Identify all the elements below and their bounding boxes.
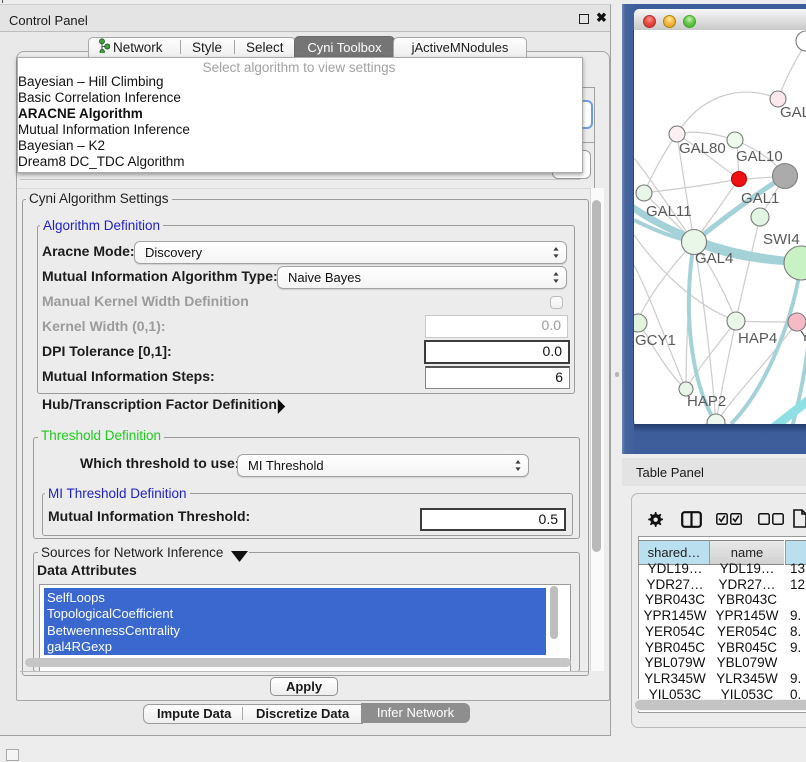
svg-text:SWI4: SWI4 bbox=[763, 231, 800, 248]
svg-text:GAL4: GAL4 bbox=[695, 250, 733, 267]
svg-text:GCY1: GCY1 bbox=[635, 332, 676, 349]
svg-text:GAL11: GAL11 bbox=[646, 203, 692, 220]
svg-text:GAL80: GAL80 bbox=[679, 140, 726, 157]
svg-text:GAL1: GAL1 bbox=[741, 190, 779, 207]
svg-text:GAL: GAL bbox=[780, 104, 806, 121]
svg-text:HAP4: HAP4 bbox=[738, 330, 777, 347]
svg-text:Y: Y bbox=[800, 328, 806, 345]
svg-text:GAL10: GAL10 bbox=[736, 148, 783, 165]
svg-text:HAP2: HAP2 bbox=[687, 393, 726, 410]
